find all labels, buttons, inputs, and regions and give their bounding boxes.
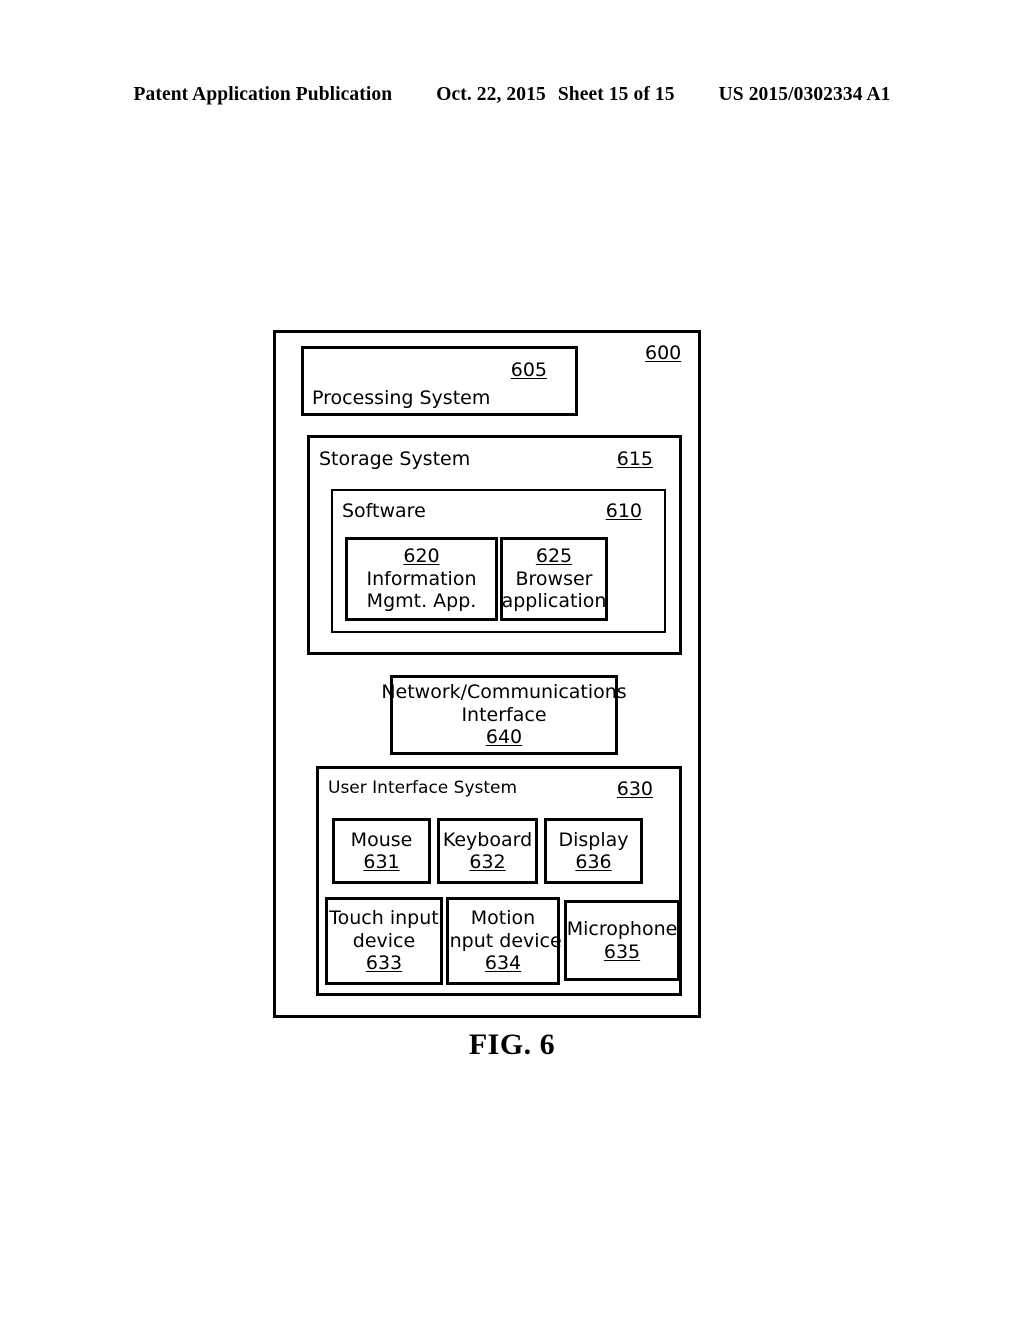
reference-numeral-633: 633 bbox=[365, 952, 403, 975]
figure-caption: FIG. 6 bbox=[468, 1028, 556, 1061]
information-management-app-box: 620 Information Mgmt. App. bbox=[345, 537, 498, 621]
reference-numeral-620: 620 bbox=[403, 545, 440, 568]
storage-system-label: Storage System bbox=[319, 448, 471, 470]
reference-numeral-640: 640 bbox=[485, 726, 523, 749]
motion-input-device-label-line1: Motion bbox=[470, 907, 536, 930]
touch-input-device-label-line1: Touch input bbox=[329, 907, 439, 930]
reference-numeral-630: 630 bbox=[616, 778, 653, 800]
touch-input-device-box: Touch input device 633 bbox=[325, 897, 443, 985]
software-label: Software bbox=[342, 500, 426, 522]
processing-system-label: Processing System bbox=[312, 387, 491, 409]
display-box: Display 636 bbox=[544, 818, 643, 884]
header-date-label: Oct. 22, 2015 bbox=[436, 84, 546, 105]
reference-numeral-610: 610 bbox=[605, 500, 642, 522]
browser-application-label-line1: Browser bbox=[515, 567, 593, 590]
reference-numeral-632: 632 bbox=[469, 851, 506, 873]
reference-numeral-600: 600 bbox=[645, 342, 682, 364]
motion-input-device-box: Motion input device 634 bbox=[444, 897, 562, 985]
touch-input-device-label-line2: device bbox=[352, 929, 416, 952]
reference-numeral-634: 634 bbox=[484, 952, 522, 975]
header-publication-label: Patent Application Publication bbox=[133, 84, 393, 105]
reference-numeral-636: 636 bbox=[575, 851, 612, 873]
mouse-label: Mouse bbox=[350, 828, 413, 851]
network-communications-interface-box: Network/Communications Interface 640 bbox=[381, 675, 627, 755]
browser-application-label-line2: application bbox=[501, 590, 607, 613]
reference-numeral-615: 615 bbox=[616, 448, 653, 470]
header-sheet-label: Sheet 15 of 15 bbox=[557, 84, 675, 105]
reference-numeral-625: 625 bbox=[535, 545, 573, 568]
header-document-number: US 2015/0302334 A1 bbox=[718, 84, 891, 105]
reference-numeral-605: 605 bbox=[510, 359, 547, 381]
keyboard-label: Keyboard bbox=[442, 828, 533, 851]
keyboard-box: Keyboard 632 bbox=[437, 818, 538, 884]
patent-header: Patent Application Publication Oct. 22, … bbox=[0, 84, 1024, 106]
reference-numeral-631: 631 bbox=[363, 851, 400, 873]
display-label: Display bbox=[558, 828, 629, 851]
browser-application-box: 625 Browser application bbox=[500, 537, 608, 621]
microphone-box: Microphone 635 bbox=[564, 900, 680, 981]
processing-system-box: 605 Processing System bbox=[301, 346, 578, 416]
network-interface-label-line2: Interface bbox=[461, 703, 547, 726]
microphone-label: Microphone bbox=[566, 918, 678, 941]
mouse-box: Mouse 631 bbox=[332, 818, 431, 884]
network-interface-label-line1: Network/Communications bbox=[381, 681, 627, 704]
information-management-app-label-line1: Information bbox=[366, 567, 477, 590]
user-interface-system-label: User Interface System bbox=[328, 778, 518, 798]
motion-input-device-label-line2: input device bbox=[444, 929, 562, 952]
information-management-app-label-line2: Mgmt. App. bbox=[366, 590, 477, 613]
reference-numeral-635: 635 bbox=[603, 940, 641, 963]
